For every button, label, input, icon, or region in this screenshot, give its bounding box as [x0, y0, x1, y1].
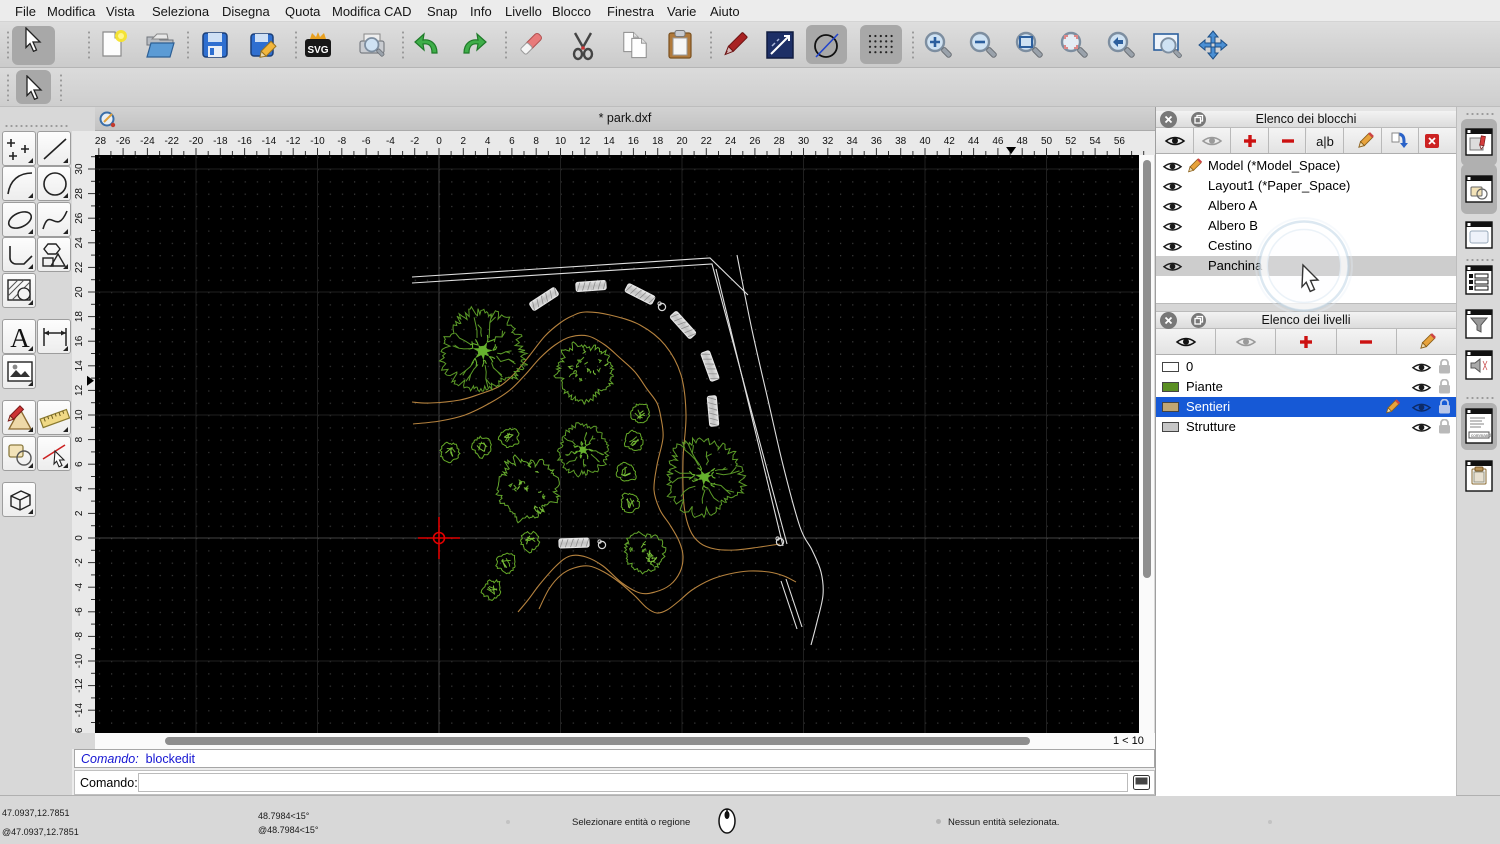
svg-text:4: 4 [485, 136, 491, 147]
svg-text:18: 18 [74, 311, 85, 323]
svg-text:38: 38 [895, 136, 907, 147]
svg-text:6: 6 [74, 461, 85, 467]
svg-text:8: 8 [74, 436, 85, 442]
svg-text:30: 30 [798, 136, 810, 147]
svg-text:-4: -4 [386, 136, 395, 147]
svg-text:24: 24 [74, 237, 85, 249]
svg-text:-28: -28 [95, 136, 106, 147]
svg-text:12: 12 [74, 384, 85, 396]
svg-text:20: 20 [74, 286, 85, 298]
svg-text:20: 20 [676, 136, 688, 147]
svg-text:22: 22 [701, 136, 713, 147]
svg-text:2: 2 [74, 510, 85, 516]
svg-text:14: 14 [74, 360, 85, 372]
svg-text:-10: -10 [310, 136, 325, 147]
svg-text:28: 28 [774, 136, 786, 147]
svg-text:6: 6 [509, 136, 515, 147]
svg-text:34: 34 [847, 136, 859, 147]
svg-text:32: 32 [822, 136, 834, 147]
svg-text:48: 48 [1017, 136, 1029, 147]
svg-text:10: 10 [74, 409, 85, 421]
svg-text:-12: -12 [286, 136, 301, 147]
svg-text:50: 50 [1041, 136, 1053, 147]
svg-text:14: 14 [604, 136, 616, 147]
svg-text:-2: -2 [74, 558, 85, 567]
svg-text:-22: -22 [164, 136, 179, 147]
svg-text:18: 18 [652, 136, 664, 147]
svg-text:-18: -18 [213, 136, 228, 147]
svg-text:0: 0 [74, 535, 85, 541]
svg-text:-26: -26 [116, 136, 131, 147]
svg-text:-10: -10 [74, 653, 85, 668]
svg-text:-24: -24 [140, 136, 155, 147]
svg-text:-6: -6 [362, 136, 371, 147]
svg-text:26: 26 [74, 212, 85, 224]
svg-text:24: 24 [725, 136, 737, 147]
svg-text:12: 12 [579, 136, 591, 147]
svg-text:4: 4 [74, 486, 85, 492]
svg-text:52: 52 [1065, 136, 1077, 147]
svg-text:8: 8 [533, 136, 539, 147]
svg-text:-12: -12 [74, 678, 85, 693]
svg-text:16: 16 [628, 136, 640, 147]
svg-text:28: 28 [74, 188, 85, 200]
svg-text:42: 42 [944, 136, 956, 147]
svg-text:-8: -8 [337, 136, 346, 147]
svg-text:-2: -2 [410, 136, 419, 147]
svg-text:-14: -14 [262, 136, 277, 147]
svg-text:22: 22 [74, 261, 85, 273]
svg-text:2: 2 [461, 136, 467, 147]
svg-text:56: 56 [1114, 136, 1126, 147]
svg-text:SVG: SVG [307, 45, 328, 56]
svg-text:-16: -16 [237, 136, 252, 147]
svg-text:30: 30 [74, 163, 85, 175]
svg-text:54: 54 [1090, 136, 1102, 147]
svg-text:16: 16 [74, 335, 85, 347]
svg-text:-20: -20 [189, 136, 204, 147]
svg-text:a|b: a|b [1316, 134, 1334, 149]
svg-text:-16: -16 [74, 727, 85, 733]
svg-text:-14: -14 [74, 703, 85, 718]
svg-text:10: 10 [555, 136, 567, 147]
svg-text:-4: -4 [74, 582, 85, 591]
svg-text:46: 46 [992, 136, 1004, 147]
svg-text:26: 26 [749, 136, 761, 147]
svg-text:command: command [1471, 433, 1491, 438]
svg-text:-8: -8 [74, 632, 85, 641]
svg-text:-6: -6 [74, 607, 85, 616]
svg-text:40: 40 [919, 136, 931, 147]
svg-text:36: 36 [871, 136, 883, 147]
svg-text:0: 0 [436, 136, 442, 147]
svg-text:44: 44 [968, 136, 980, 147]
